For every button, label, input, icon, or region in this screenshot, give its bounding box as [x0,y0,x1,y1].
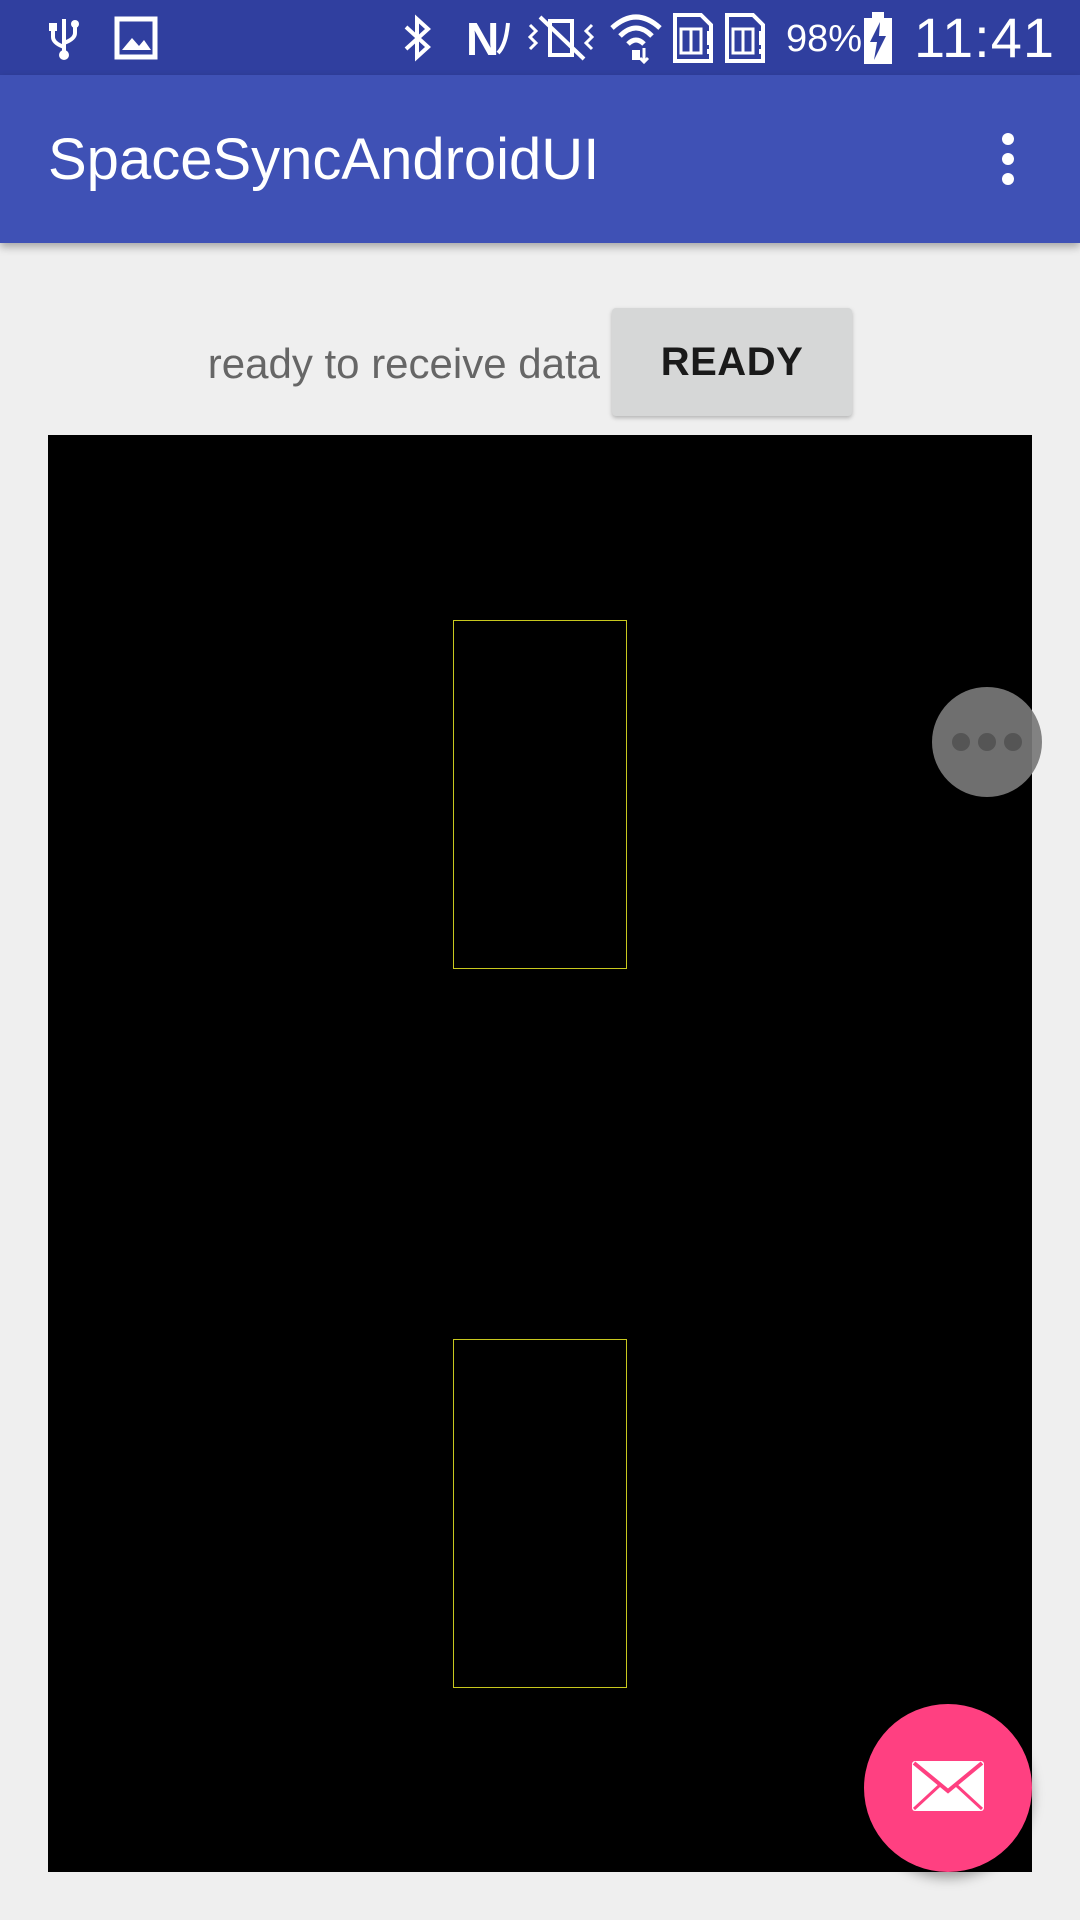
battery-percent: 98% [786,18,863,60]
email-fab-button[interactable] [864,1704,1032,1872]
handle-dot [1004,733,1022,751]
vibrate-icon [526,8,596,68]
battery-charging-icon [860,8,896,68]
bluetooth-icon [396,8,440,68]
menu-dot [1002,133,1014,145]
svg-text:N: N [466,13,499,63]
zone-box-top [453,620,627,969]
overflow-menu-icon[interactable] [980,123,1036,195]
sim2-icon [722,8,768,68]
clock: 11:41 [914,6,1055,69]
sync-canvas[interactable] [48,435,1032,1872]
email-icon [910,1759,986,1818]
handle-dot [978,733,996,751]
zone-box-bottom [453,1339,627,1688]
ready-button[interactable]: READY [612,308,852,416]
nfc-icon: N [464,8,514,68]
status-bar: N 98% 11:41 [0,0,1080,75]
wifi-icon [608,8,664,68]
more-horizontal-icon[interactable] [932,687,1042,797]
app-bar: SpaceSyncAndroidUI [0,75,1080,243]
sim1-icon [670,8,716,68]
image-icon [112,8,160,68]
menu-dot [1002,153,1014,165]
menu-dot [1002,173,1014,185]
status-text: ready to receive data [207,340,600,387]
app-title: SpaceSyncAndroidUI [48,127,600,192]
handle-dot [952,733,970,751]
usb-icon [44,8,84,68]
